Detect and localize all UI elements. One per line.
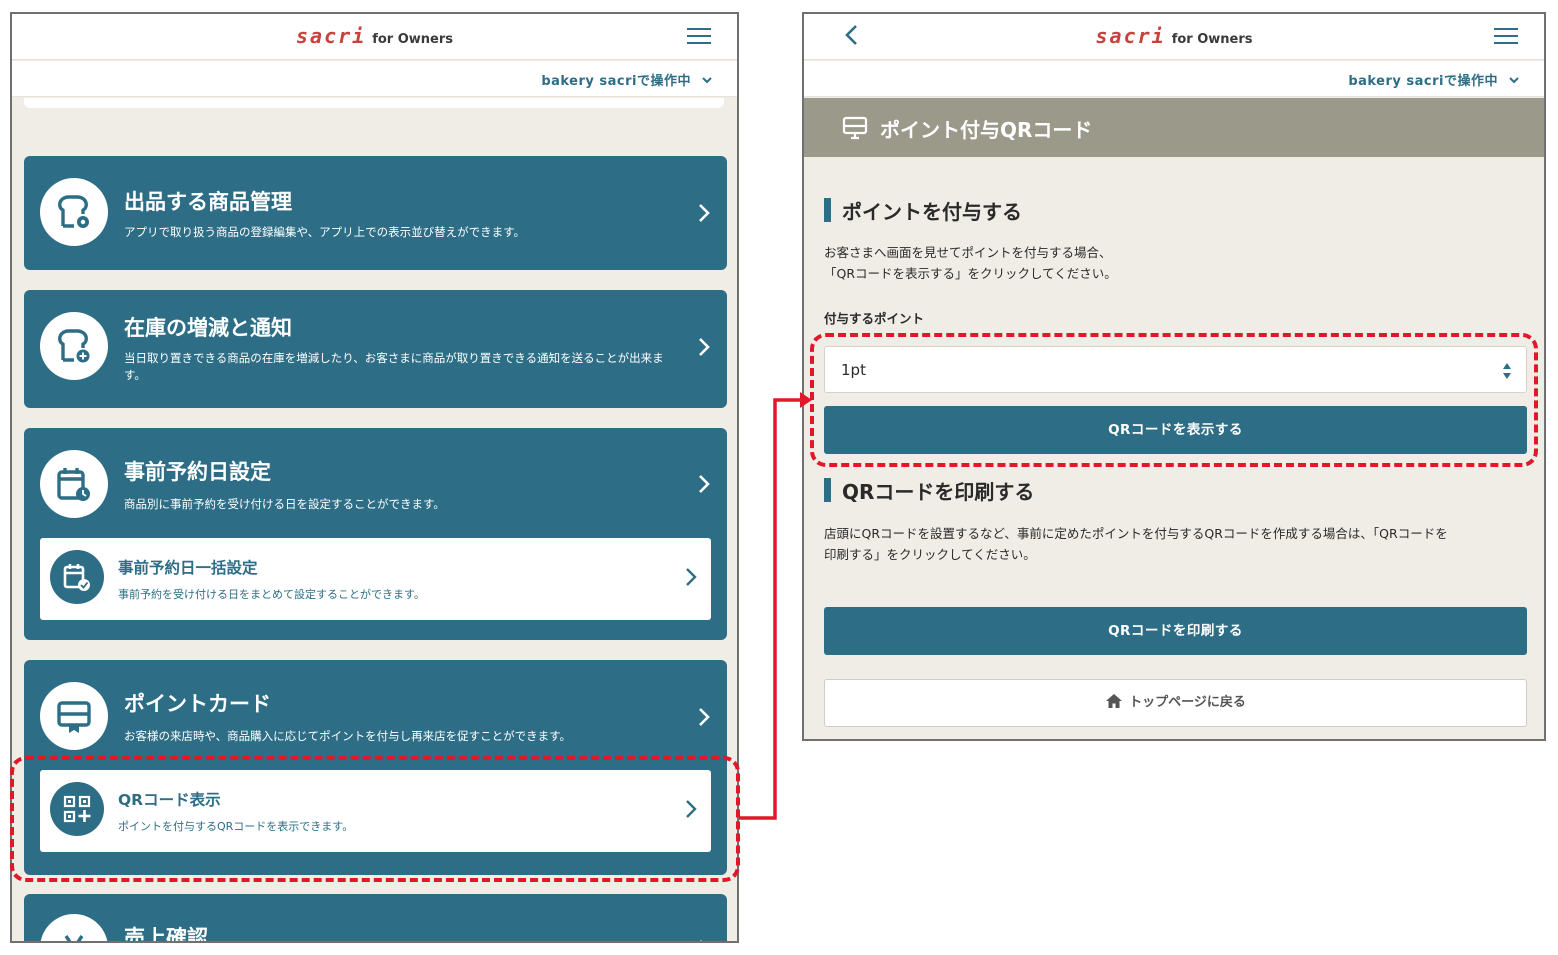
grant-section-heading: ポイントを付与する <box>824 196 1022 225</box>
shop-selector-label: bakery sacriで操作中 <box>1348 74 1498 89</box>
bread-plus-icon <box>40 312 108 380</box>
page-banner: ポイント付与QRコード <box>804 98 1544 157</box>
chevron-right-icon <box>700 940 702 941</box>
previous-card-edge <box>24 98 724 108</box>
highlight-show-qr-area <box>810 333 1538 467</box>
menu-item-description: 商品別に事前予約を受け付ける日を設定することができます。 <box>124 497 445 511</box>
menu-item-description: お客様の来店時や、商品購入に応じてポイントを付与し再来店を促すことができます。 <box>124 729 572 743</box>
menu-item-product-management[interactable]: 出品する商品管理 アプリで取り扱う商品の登録編集や、アプリ上での表示並び替えがで… <box>24 156 727 270</box>
chevron-right-icon <box>699 338 710 356</box>
sub-item-title: 事前予約日一括設定 <box>118 559 258 577</box>
menu-item-description: 当日取り置きできる商品の在庫を増減したり、お客さまに商品が取り置きできる通知を送… <box>124 351 664 382</box>
yen-icon <box>40 914 108 941</box>
point-card-icon <box>40 682 108 750</box>
chevron-left-icon[interactable] <box>842 23 862 47</box>
menu-item-title: 在庫の増減と通知 <box>124 316 292 340</box>
menu-item-stock[interactable]: 在庫の増減と通知 当日取り置きできる商品の在庫を増減したり、お客さまに商品が取り… <box>24 290 727 408</box>
back-to-top-button[interactable]: トップページに戻る <box>824 679 1527 727</box>
app-header: sacri for Owners <box>804 14 1544 60</box>
menu-item-description: アプリで取り扱う商品の登録編集や、アプリ上での表示並び替えができます。 <box>124 225 526 239</box>
chevron-right-icon <box>699 204 710 222</box>
highlight-qr-display <box>10 756 740 882</box>
bread-gear-icon <box>40 178 108 246</box>
chevron-down-icon <box>1509 77 1519 84</box>
menu-item-title: 事前予約日設定 <box>124 460 271 484</box>
app-header: sacri for Owners <box>12 14 737 60</box>
menu-item-title: 出品する商品管理 <box>124 190 292 214</box>
print-qr-button[interactable]: QRコードを印刷する <box>824 607 1527 655</box>
shop-selector[interactable]: bakery sacriで操作中 <box>12 61 737 97</box>
grant-section-description: お客さまへ画面を見せてポイントを付与する場合、 「QRコードを表示する」をクリッ… <box>824 245 1117 281</box>
shop-selector-label: bakery sacriで操作中 <box>541 74 691 89</box>
print-section-heading: QRコードを印刷する <box>824 476 1034 505</box>
hamburger-icon[interactable] <box>1494 28 1518 46</box>
back-to-top-label: トップページに戻る <box>1129 695 1246 710</box>
print-section-description: 店頭にQRコードを設置するなど、事前に定めたポイントを付与するQRコードを作成す… <box>824 526 1448 562</box>
sub-item-bulk-preorder[interactable]: 事前予約日一括設定 事前予約を受け付ける日をまとめて設定することができます。 <box>40 538 711 620</box>
chevron-right-icon <box>686 568 697 586</box>
chevron-down-icon <box>702 77 712 84</box>
shop-selector[interactable]: bakery sacriで操作中 <box>804 61 1544 97</box>
menu-item-title: 売上確認 <box>124 926 208 943</box>
app-logo: sacri for Owners <box>295 24 454 48</box>
app-logo: sacri for Owners <box>1095 24 1253 48</box>
menu-item-preorder[interactable]: 事前予約日設定 商品別に事前予約を受け付ける日を設定することができます。 事前予… <box>24 428 727 640</box>
chevron-right-icon <box>699 708 710 726</box>
monitor-icon <box>842 116 868 140</box>
point-field-label: 付与するポイント <box>824 311 925 326</box>
home-icon <box>1106 694 1123 708</box>
sub-item-description: 事前予約を受け付ける日をまとめて設定することができます。 <box>118 588 425 601</box>
page-title: ポイント付与QRコード <box>880 118 1093 142</box>
menu-item-sales[interactable]: 売上確認 <box>24 894 727 943</box>
chevron-right-icon <box>699 475 710 493</box>
hamburger-icon[interactable] <box>687 28 711 46</box>
calendar-check-icon <box>50 550 104 604</box>
calendar-clock-icon <box>40 450 108 518</box>
menu-item-title: ポイントカード <box>124 692 271 716</box>
